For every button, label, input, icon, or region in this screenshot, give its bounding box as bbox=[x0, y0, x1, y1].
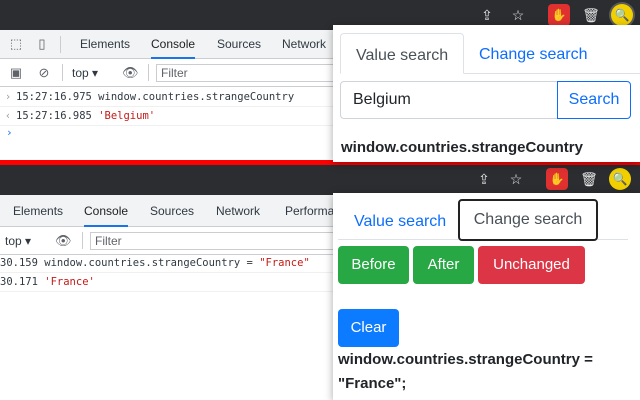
bookmark-star-icon[interactable]: ☆ bbox=[507, 4, 529, 26]
tab-elements[interactable]: Elements bbox=[80, 30, 130, 59]
after-button[interactable]: After bbox=[413, 246, 474, 284]
tab-elements[interactable]: Elements bbox=[13, 195, 63, 227]
console-filter-input[interactable]: Filter bbox=[90, 232, 336, 250]
share-icon[interactable]: ⇪ bbox=[476, 4, 498, 26]
caret-down-icon: ▾ bbox=[92, 66, 99, 80]
extension-trash-icon[interactable]: 🗑 bbox=[580, 4, 602, 26]
browser-toolbar-bottom: ⇪ ☆ ✋ 🗑 🔍 bbox=[0, 165, 640, 195]
extension-popup-change-search: Value search Change search Before After … bbox=[333, 193, 640, 400]
caret-down-icon: ▾ bbox=[25, 234, 32, 248]
tab-sources[interactable]: Sources bbox=[217, 30, 261, 59]
tab-network[interactable]: Network bbox=[216, 195, 260, 227]
bookmark-star-icon[interactable]: ☆ bbox=[505, 168, 527, 190]
clear-button[interactable]: Clear bbox=[338, 309, 399, 347]
tab-value-search[interactable]: Value search bbox=[339, 200, 461, 244]
search-input[interactable]: Belgium bbox=[340, 81, 558, 119]
extension-search-icon[interactable]: 🔍 bbox=[609, 168, 631, 190]
divider bbox=[82, 232, 83, 249]
divider bbox=[148, 64, 149, 81]
log-text: 15:27:16.975 window.countries.strangeCou… bbox=[16, 91, 295, 103]
result-line-1: window.countries.strangeCountry = bbox=[338, 351, 593, 368]
divider bbox=[60, 36, 61, 53]
tab-console[interactable]: Console bbox=[84, 195, 129, 227]
log-string: "France" bbox=[259, 257, 310, 269]
eye-icon[interactable]: 👁 bbox=[122, 65, 139, 81]
tab-performance[interactable]: Performa bbox=[285, 195, 334, 227]
context-selector[interactable]: top ▾ bbox=[72, 65, 98, 81]
search-button[interactable]: Search bbox=[557, 81, 631, 119]
tab-network[interactable]: Network bbox=[282, 30, 326, 59]
tab-change-search[interactable]: Change search bbox=[464, 33, 603, 77]
log-text: 30.171 bbox=[0, 276, 45, 288]
log-text: 30.159 window.countries.strangeCountry = bbox=[0, 257, 260, 269]
context-label: top bbox=[72, 66, 89, 80]
context-label: top bbox=[5, 234, 22, 248]
log-string: 'France' bbox=[44, 276, 95, 288]
share-icon[interactable]: ⇪ bbox=[473, 168, 495, 190]
chevron-left-icon: ‹ bbox=[4, 110, 12, 122]
extension-search-icon[interactable]: 🔍 bbox=[611, 4, 633, 26]
tab-sources[interactable]: Sources bbox=[150, 195, 194, 227]
extension-popup-value-search: Value search Change search Belgium Searc… bbox=[333, 25, 640, 162]
screenshot-stage: ⇪ ☆ ✋ 🗑 🔍 ⬚ ▯ Elements Console Sources N… bbox=[0, 0, 640, 400]
context-selector[interactable]: top ▾ bbox=[5, 233, 31, 249]
extension-trash-icon[interactable]: 🗑 bbox=[578, 168, 600, 190]
unchanged-button[interactable]: Unchanged bbox=[478, 246, 585, 284]
eye-icon[interactable]: 👁 bbox=[55, 233, 72, 249]
extension-red-hand-icon[interactable]: ✋ bbox=[546, 168, 568, 190]
log-text: 15:27:16.985 bbox=[16, 110, 99, 122]
tab-console[interactable]: Console bbox=[151, 30, 196, 59]
console-prompt-icon[interactable]: › bbox=[6, 126, 13, 139]
sidebar-toggle-icon[interactable]: ▣ bbox=[8, 65, 24, 81]
tab-value-search[interactable]: Value search bbox=[340, 33, 465, 74]
console-filter-input[interactable]: Filter bbox=[156, 64, 336, 82]
log-string: 'Belgium' bbox=[98, 110, 156, 122]
chevron-right-icon: › bbox=[4, 91, 12, 103]
result-path: window.countries.strangeCountry bbox=[341, 139, 583, 156]
clear-console-icon[interactable]: ⊘ bbox=[36, 65, 52, 81]
before-button[interactable]: Before bbox=[338, 246, 409, 284]
tab-change-search[interactable]: Change search bbox=[458, 199, 598, 241]
device-toolbar-icon[interactable]: ▯ bbox=[34, 36, 50, 52]
result-line-2: "France"; bbox=[338, 375, 407, 392]
extension-red-hand-icon[interactable]: ✋ bbox=[548, 4, 570, 26]
inspect-element-icon[interactable]: ⬚ bbox=[8, 36, 24, 52]
divider bbox=[62, 64, 63, 81]
